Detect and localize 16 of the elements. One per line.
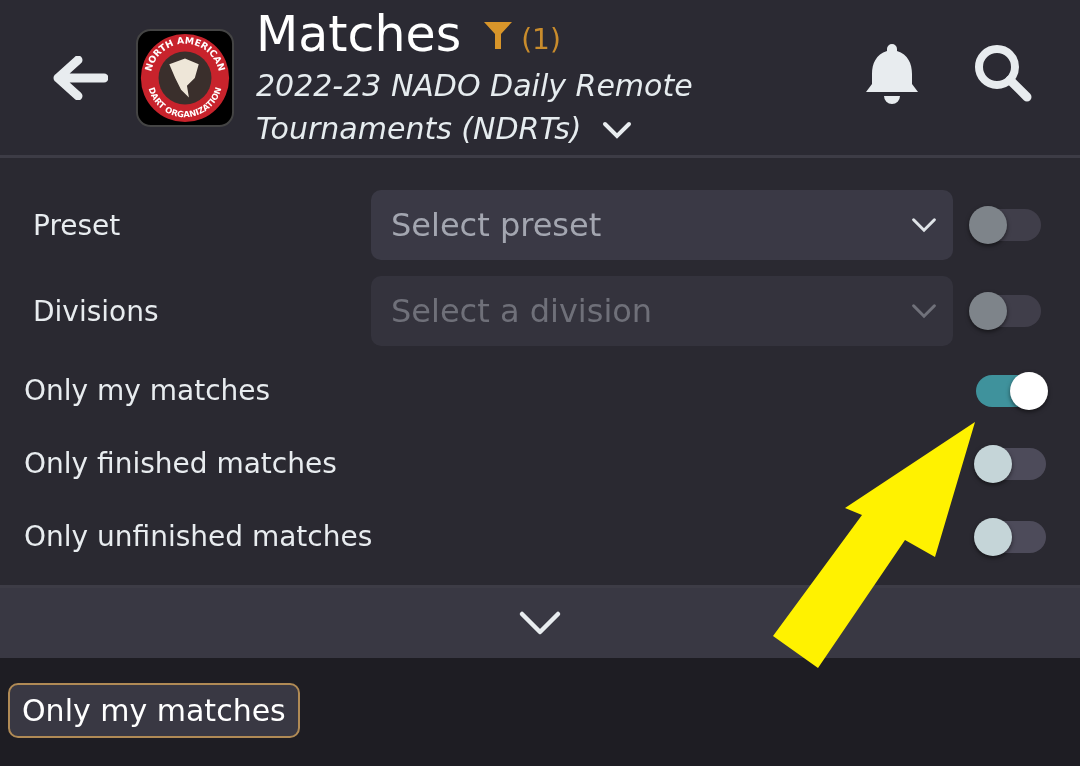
filter-label: Only unfinished matches [24, 520, 374, 553]
filter-count: (1) [521, 23, 561, 56]
filter-label: Only my matches [24, 374, 272, 407]
filter-chip[interactable]: Only my matches [8, 683, 300, 738]
toggle-switch[interactable] [976, 447, 1046, 480]
back-arrow-icon[interactable] [52, 55, 108, 100]
toggle-switch[interactable] [976, 374, 1046, 407]
expand-bar[interactable] [0, 588, 1080, 658]
toggle-switch[interactable] [976, 520, 1046, 553]
filter-label: Only finished matches [24, 447, 338, 480]
page-title: Matches [256, 5, 462, 64]
filter-label: Divisions [33, 294, 160, 328]
tournament-name[interactable]: 2022-23 NADO Daily Remote Tournaments (NDRTs) [256, 63, 726, 150]
filter-icon[interactable] [483, 19, 514, 50]
select-field[interactable]: Select preset [371, 190, 953, 260]
filter-label: Preset [33, 208, 122, 242]
